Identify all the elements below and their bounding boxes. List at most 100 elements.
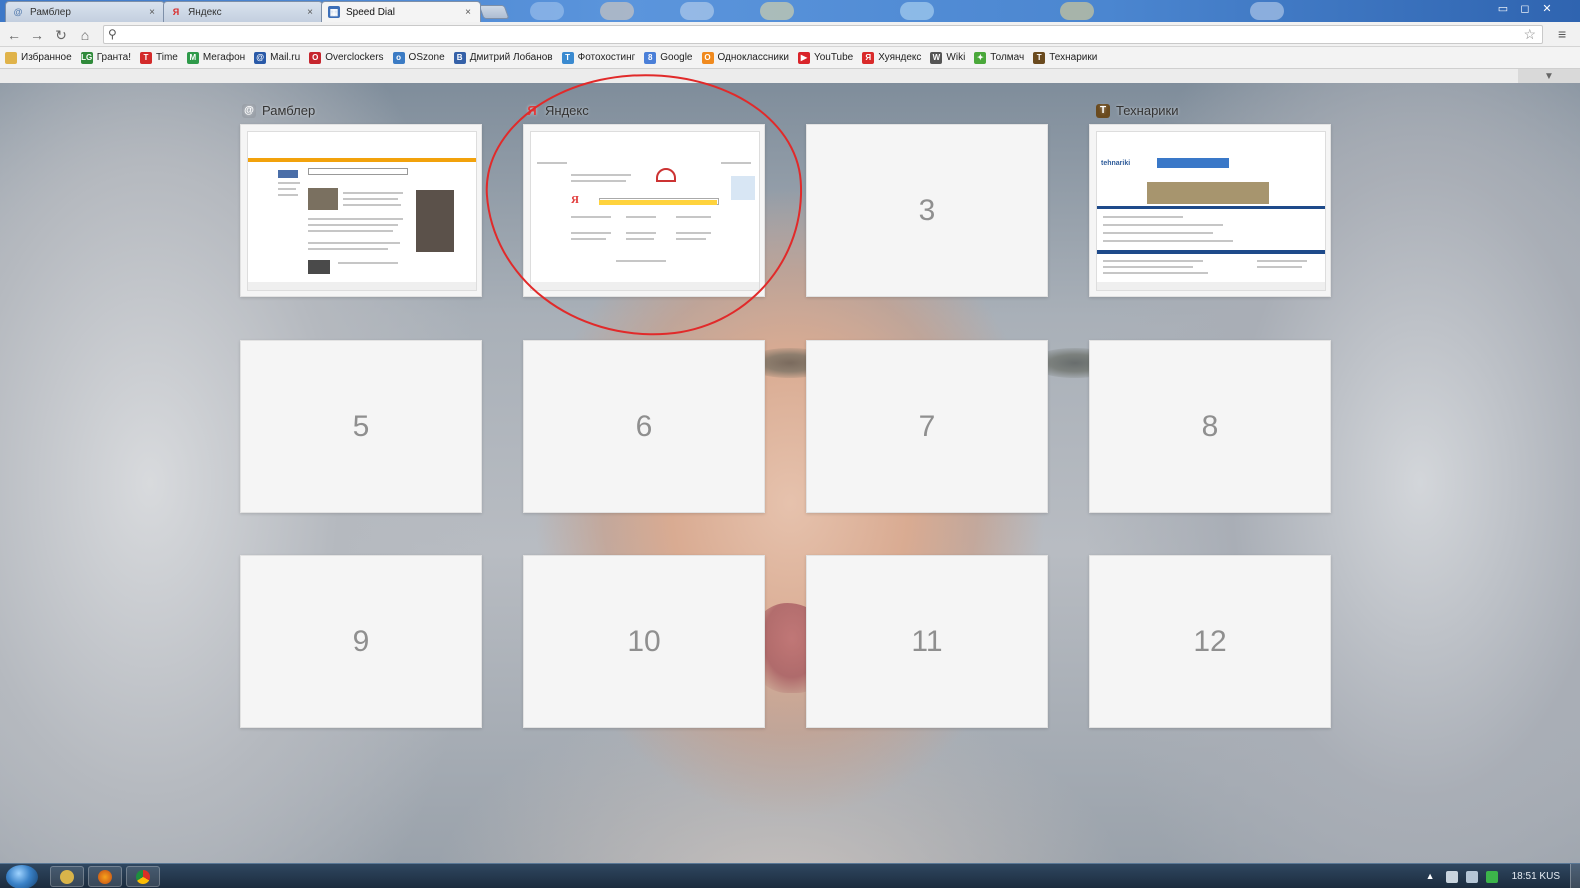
tile-number: 9: [352, 624, 370, 658]
yandex-icon: Я: [172, 7, 180, 17]
bookmark-label: Mail.ru: [270, 52, 301, 63]
tab-speed-dial[interactable]: ▦ Speed Dial ×: [321, 1, 481, 22]
tile-number: 6: [635, 409, 653, 443]
bookmark-item[interactable]: B Дмитрий Лобанов: [453, 51, 553, 64]
menu-icon[interactable]: ≡: [1558, 26, 1566, 42]
bookmark-star-icon[interactable]: ☆: [1523, 26, 1536, 43]
speed-dial-tile-7[interactable]: 7: [806, 340, 1048, 513]
bookmark-label: Одноклассники: [717, 52, 789, 63]
dial-label-tehnariki: T Технарики: [1096, 103, 1179, 118]
back-icon[interactable]: ←: [5, 26, 23, 44]
taskbar-clock[interactable]: 18:51 KUS: [1512, 871, 1560, 882]
forward-icon[interactable]: →: [28, 26, 46, 44]
speed-dial-tile-10[interactable]: 10: [523, 555, 765, 728]
speed-dial-tile-yandex[interactable]: Я: [523, 124, 765, 297]
google-icon: 8: [644, 51, 657, 64]
bookmark-label: Фотохостинг: [577, 52, 636, 63]
bookmark-label: Мегафон: [202, 52, 246, 63]
bookmark-label: Гранта!: [96, 52, 131, 63]
close-window-icon[interactable]: ✕: [1536, 0, 1558, 16]
bookmark-item[interactable]: O Overclockers: [309, 51, 384, 64]
bookmark-item[interactable]: 8 Google: [644, 51, 693, 64]
yandex-icon: Я: [527, 103, 537, 118]
show-desktop-button[interactable]: [1570, 864, 1580, 888]
firefox-icon: [98, 869, 112, 884]
tile-number: 10: [627, 624, 661, 658]
tile-number: [524, 125, 764, 296]
reload-icon[interactable]: ↻: [52, 26, 70, 44]
maximize-icon[interactable]: ◻: [1514, 0, 1536, 16]
tab-yandex[interactable]: Я Яндекс ×: [163, 1, 323, 22]
tab-strip-decor: [600, 2, 634, 20]
photohost-icon: T: [561, 51, 574, 64]
tab-label: Яндекс: [188, 6, 222, 18]
speed-dial-tile-3[interactable]: 3: [806, 124, 1048, 297]
dial-label-text: Яндекс: [545, 103, 589, 118]
youtube-icon: ▶: [797, 51, 810, 64]
bookmark-item[interactable]: Избранное: [5, 51, 72, 64]
bookmark-item[interactable]: T Time: [140, 51, 178, 64]
bookmark-item[interactable]: M Мегафон: [186, 51, 246, 64]
speed-dial-tile-rambler[interactable]: [240, 124, 482, 297]
speed-dial-tile-6[interactable]: 6: [523, 340, 765, 513]
tile-number: 11: [911, 624, 943, 658]
speed-dial-tile-9[interactable]: 9: [240, 555, 482, 728]
speed-dial-tile-5[interactable]: 5: [240, 340, 482, 513]
minimize-icon[interactable]: ▭: [1492, 0, 1514, 16]
bookmark-label: Overclockers: [325, 52, 384, 63]
taskbar-explorer[interactable]: [50, 866, 84, 887]
flag-icon[interactable]: [1485, 870, 1498, 883]
tab-close-icon[interactable]: ×: [146, 7, 158, 18]
bookmarks-bar: Избранное LG Гранта! T Time M Мегафон @ Mail.ru O…: [0, 47, 1580, 69]
bookmark-item[interactable]: W Wiki: [930, 51, 966, 64]
home-icon[interactable]: ⌂: [76, 26, 94, 44]
tile-number: 12: [1193, 624, 1227, 658]
dial-label-rambler: @ Рамблер: [242, 103, 315, 118]
speed-dial-tile-11[interactable]: 11: [806, 555, 1048, 728]
dial-label-text: Рамблер: [262, 103, 316, 118]
bookmark-label: Избранное: [21, 52, 72, 63]
speed-dial-tile-8[interactable]: 8: [1089, 340, 1331, 513]
speed-dial-tile-12[interactable]: 12: [1089, 555, 1331, 728]
bookmark-label: Wiki: [946, 52, 966, 63]
new-tab-button[interactable]: [478, 5, 510, 19]
bookmark-item[interactable]: T Фотохостинг: [561, 51, 636, 64]
tile-number: [241, 125, 481, 296]
bookmark-label: Толмач: [990, 52, 1025, 63]
bookmark-item[interactable]: Я Хуяндекс: [862, 51, 921, 64]
tab-label: Speed Dial: [346, 6, 395, 18]
speed-dial-header: ▼: [0, 69, 1580, 83]
bookmark-item[interactable]: ✦ Толмач: [974, 51, 1025, 64]
tab-close-icon[interactable]: ×: [462, 7, 474, 18]
dial-label-yandex: Я Яндекс: [525, 103, 589, 118]
network-icon[interactable]: [1465, 870, 1478, 883]
taskbar-chrome[interactable]: [126, 866, 160, 887]
search-icon: ⚲: [108, 27, 117, 41]
tab-strip-decor: [760, 2, 794, 20]
tolmach-icon: ✦: [974, 51, 987, 64]
bookmark-item[interactable]: o OSzone: [392, 51, 445, 64]
tray-arrow-icon[interactable]: ▲: [1426, 871, 1438, 883]
background-wallpaper: [0, 83, 1580, 863]
bookmark-item[interactable]: T Технарики: [1033, 51, 1097, 64]
bookmark-item[interactable]: O Одноклассники: [701, 51, 789, 64]
start-button[interactable]: [6, 865, 38, 888]
bookmark-label: Дмитрий Лобанов: [469, 52, 553, 63]
bookmark-item[interactable]: @ Mail.ru: [254, 51, 301, 64]
tab-rambler[interactable]: @ Рамблер ×: [5, 1, 165, 22]
volume-icon[interactable]: [1445, 870, 1458, 883]
omnibox[interactable]: ⚲ ☆: [103, 25, 1543, 44]
bookmark-item[interactable]: LG Гранта!: [80, 51, 131, 64]
bookmark-item[interactable]: ▶ YouTube: [797, 51, 853, 64]
yandex-icon: Я: [862, 51, 875, 64]
tab-close-icon[interactable]: ×: [304, 7, 316, 18]
tab-strip-decor: [680, 2, 714, 20]
taskbar-firefox[interactable]: [88, 866, 122, 887]
options-dropdown-icon[interactable]: ▼: [1518, 69, 1580, 83]
address-input[interactable]: [124, 27, 1514, 42]
tehnariki-icon: T: [1096, 103, 1110, 118]
speed-dial-tile-tehnariki[interactable]: tehnariki: [1089, 124, 1331, 297]
bookmark-label: Time: [156, 52, 178, 63]
oszone-icon: o: [392, 51, 405, 64]
odnoklassniki-icon: O: [701, 51, 714, 64]
